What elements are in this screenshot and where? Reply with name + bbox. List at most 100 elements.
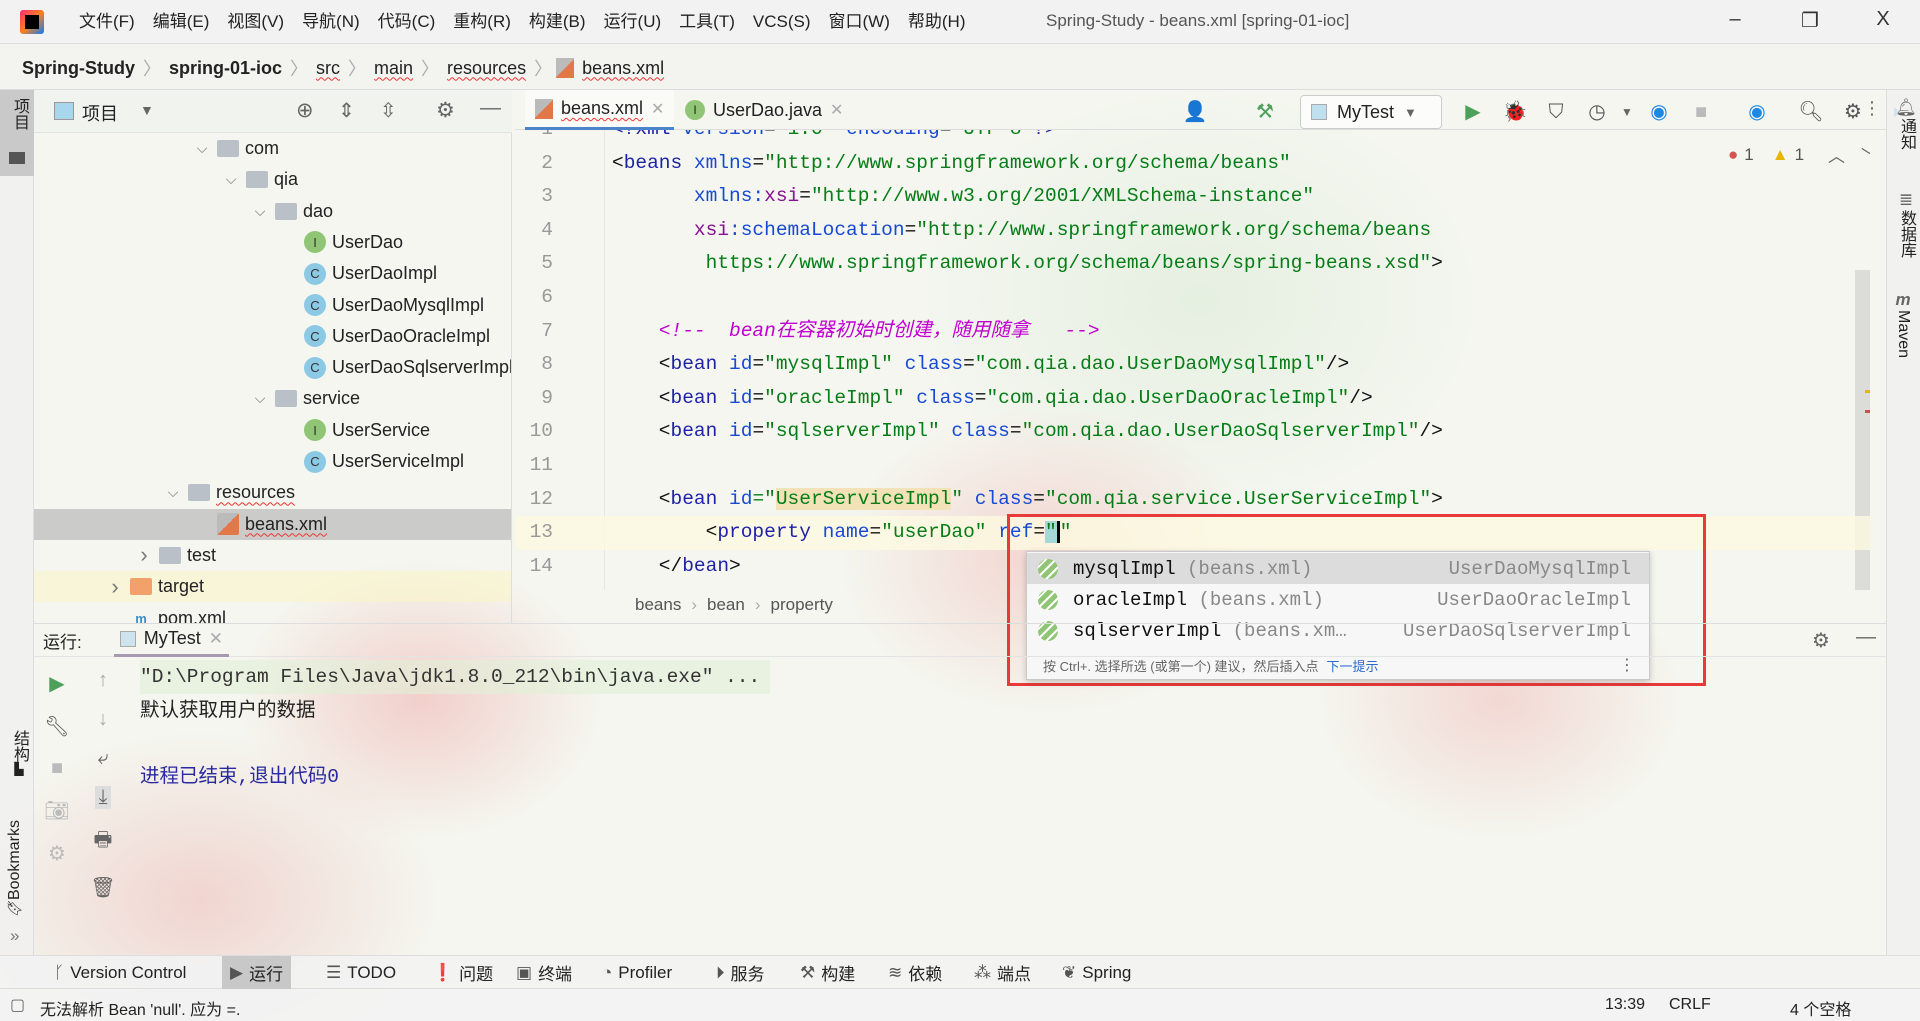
chevron-right-icon[interactable]: › xyxy=(106,574,124,600)
tree-item[interactable]: ⌵ com xyxy=(34,133,511,164)
soft-wrap-icon[interactable]: ⤶ xyxy=(97,747,108,770)
chevron-down-icon[interactable]: ⌵ xyxy=(251,203,269,220)
more-options-icon[interactable]: ⋮ xyxy=(1619,655,1635,675)
menu-item[interactable]: 文件(F) xyxy=(70,10,144,34)
scroll-to-end-icon[interactable]: ⤓ xyxy=(94,786,112,809)
menu-item[interactable]: 窗口(W) xyxy=(820,10,899,34)
tree-item[interactable]: m pom.xml xyxy=(34,603,511,624)
menu-item[interactable]: VCS(S) xyxy=(744,10,820,34)
expand-more-icon[interactable]: » xyxy=(10,926,19,946)
crumb-beans[interactable]: beans xyxy=(635,595,681,615)
menu-item[interactable]: 视图(V) xyxy=(218,10,293,34)
tree-item[interactable]: I UserService xyxy=(34,415,511,446)
project-tool-button[interactable]: 项目 xyxy=(0,90,34,176)
breadcrumb-main[interactable]: main xyxy=(370,58,417,79)
print-icon[interactable]: 🖶 xyxy=(94,825,113,859)
run-tab-mytest[interactable]: MyTest ✕ xyxy=(113,623,229,657)
next-tip-link[interactable]: 下一提示 xyxy=(1327,656,1379,675)
bottom-tab[interactable]: ☰ TODO xyxy=(318,956,404,989)
bottom-tab[interactable]: ⁂ 端点 xyxy=(966,956,1039,989)
crumb-property[interactable]: property xyxy=(771,595,833,615)
menu-item[interactable]: 运行(U) xyxy=(595,10,671,34)
tree-item[interactable]: C UserDaoMysqlImpl xyxy=(34,290,511,321)
structure-tool-button[interactable]: 结构 ▙ xyxy=(7,730,31,800)
caret-position[interactable]: 13:39 xyxy=(1605,996,1645,1014)
status-toggle-icon[interactable]: ▢ xyxy=(10,995,25,1015)
rerun-icon[interactable]: ▶ xyxy=(49,671,64,696)
bookmarks-tool-button[interactable]: Bookmarks 🔖︎ xyxy=(6,820,24,917)
completion-item[interactable]: oracleImpl (beans.xml) UserDaoOracleImpl xyxy=(1027,584,1649,615)
bottom-tab[interactable]: ≋ 依赖 xyxy=(880,956,950,989)
chevron-right-icon[interactable]: › xyxy=(135,542,153,568)
maven-tool-button[interactable]: m Maven xyxy=(1894,290,1912,358)
minimize-button[interactable]: – xyxy=(1720,8,1750,31)
trash-icon[interactable]: 🗑︎ xyxy=(90,875,115,900)
tree-item[interactable]: ⌵ resources xyxy=(34,477,511,508)
bottom-tab[interactable]: ❦ Spring xyxy=(1054,956,1139,989)
tree-item[interactable]: › test xyxy=(34,540,511,571)
expand-all-icon[interactable]: ⇕ xyxy=(338,98,355,123)
more-tabs-icon[interactable]: ⋮ xyxy=(1863,98,1881,119)
breadcrumb-module[interactable]: spring-01-ioc xyxy=(165,58,286,79)
breadcrumb-file[interactable]: beans.xml xyxy=(578,58,668,79)
gear-icon[interactable]: ⚙ xyxy=(436,98,455,123)
stop-icon[interactable]: ■ xyxy=(51,757,63,780)
tree-item[interactable]: beans.xml xyxy=(34,508,511,540)
indent-setting[interactable]: 4 个空格 xyxy=(1790,996,1851,1020)
chevron-down-icon[interactable]: ⌵ xyxy=(251,390,269,407)
restore-button[interactable]: ❐ xyxy=(1795,8,1825,33)
chevron-down-icon[interactable]: ⌵ xyxy=(193,140,211,157)
tree-item[interactable]: ⌵ qia xyxy=(34,164,511,195)
bottom-tab[interactable]: ▶ 运行 xyxy=(222,956,292,989)
menu-item[interactable]: 构建(B) xyxy=(520,10,595,34)
database-tool-button[interactable]: ≣ 数据库 xyxy=(1894,190,1918,258)
bottom-tab[interactable]: ▣ 终端 xyxy=(508,956,580,989)
line-ending[interactable]: CRLF xyxy=(1669,996,1711,1014)
chevron-down-icon[interactable]: ⌵ xyxy=(222,171,240,188)
gear-icon[interactable]: ⚙ xyxy=(1812,628,1830,653)
menu-item[interactable]: 重构(R) xyxy=(444,10,520,34)
chevron-down-icon[interactable]: ⌵ xyxy=(164,484,182,501)
tree-item[interactable]: C UserDaoImpl xyxy=(34,258,511,289)
breadcrumb-src[interactable]: src xyxy=(312,58,344,79)
collapse-all-icon[interactable]: ⇳ xyxy=(380,98,397,123)
tree-item[interactable]: ⌵ dao xyxy=(34,196,511,227)
tree-item[interactable]: I UserDao xyxy=(34,227,511,258)
menu-item[interactable]: 帮助(H) xyxy=(899,10,975,34)
up-arrow-icon[interactable]: ↑ xyxy=(98,669,108,692)
tree-item[interactable]: › target xyxy=(34,571,511,603)
completion-item[interactable]: mysqlImpl (beans.xml) UserDaoMysqlImpl xyxy=(1027,553,1649,584)
wrench-icon[interactable]: 🔧︎ xyxy=(44,714,69,739)
breadcrumb-project[interactable]: Spring-Study xyxy=(18,58,139,79)
tab-beans-xml[interactable]: beans.xml ✕ xyxy=(525,90,675,130)
locate-file-icon[interactable]: ⊕ xyxy=(296,98,314,123)
bottom-tab[interactable]: ❗ 问题 xyxy=(424,956,501,989)
view-dropdown-chevron-icon[interactable]: ▼ xyxy=(140,102,154,118)
bottom-tab[interactable]: ⏵ 服务 xyxy=(708,956,773,989)
close-tab-icon[interactable]: ✕ xyxy=(830,100,843,120)
project-panel-title[interactable]: 项目 xyxy=(82,100,118,126)
down-arrow-icon[interactable]: ↓ xyxy=(98,708,108,731)
bottom-tab[interactable]: ⚒ 构建 xyxy=(792,956,863,989)
tree-item[interactable]: C UserDaoOracleImpl xyxy=(34,321,511,352)
tab-userdao-java[interactable]: I UserDao.java ✕ xyxy=(675,90,853,130)
menu-item[interactable]: 导航(N) xyxy=(293,10,369,34)
camera-icon[interactable]: 📷︎ xyxy=(44,798,69,823)
bottom-tab[interactable]: ◔ Profiler xyxy=(594,956,680,989)
bottom-tab[interactable]: ᚴ Version Control xyxy=(46,956,194,989)
tree-item[interactable]: C UserDaoSqlserverImpl xyxy=(34,352,511,383)
tree-item[interactable]: ⌵ service xyxy=(34,383,511,414)
menu-item[interactable]: 工具(T) xyxy=(670,10,744,34)
crumb-bean[interactable]: bean xyxy=(707,595,745,615)
console-output[interactable]: "D:\Program Files\Java\jdk1.8.0_212\bin\… xyxy=(140,660,771,793)
close-tab-icon[interactable]: ✕ xyxy=(209,629,223,649)
hide-panel-icon[interactable]: — xyxy=(1856,626,1876,649)
notifications-tool-button[interactable]: 🔔︎ 通知 xyxy=(1894,98,1918,150)
menu-item[interactable]: 代码(C) xyxy=(369,10,445,34)
settings-icon[interactable]: ⚙ xyxy=(48,841,66,866)
close-button[interactable]: X xyxy=(1868,8,1898,31)
tree-item[interactable]: C UserServiceImpl xyxy=(34,446,511,477)
close-tab-icon[interactable]: ✕ xyxy=(651,99,664,119)
menu-item[interactable]: 编辑(E) xyxy=(144,10,219,34)
hide-panel-icon[interactable]: — xyxy=(480,96,501,120)
